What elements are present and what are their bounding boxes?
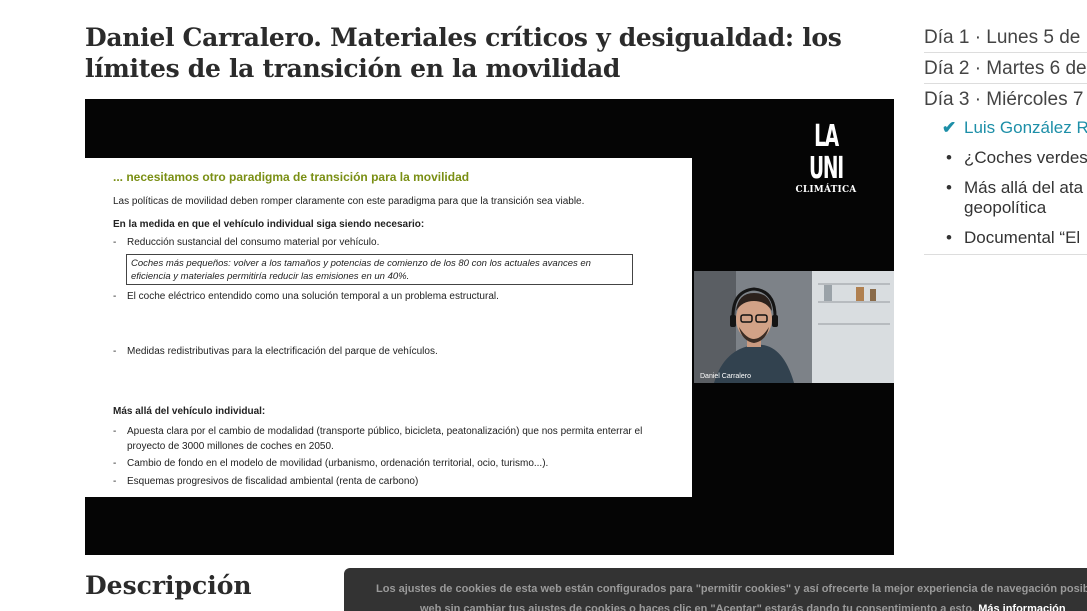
talk-label: Luis González R xyxy=(964,118,1087,137)
bullet-dash: - xyxy=(113,237,117,248)
bullet-dash: - xyxy=(113,476,117,487)
program-sidebar: Día 1 · Lunes 5 de Día 2 · Martes 6 de D… xyxy=(924,22,1087,255)
bullet-dash: - xyxy=(113,346,117,357)
talk-label-line-2: geopolítica xyxy=(964,198,1047,217)
slide-section-1: En la medida en que el vehículo individu… xyxy=(113,219,425,230)
slide-intro: Las políticas de movilidad deben romper … xyxy=(113,196,585,207)
bullet-dash: - xyxy=(113,291,117,302)
slide-bullet: - Cambio de fondo en el modelo de movili… xyxy=(113,456,673,471)
page-title: Daniel Carralero. Materiales críticos y … xyxy=(85,23,842,83)
logo-sub-text: CLIMÁTICA xyxy=(795,185,857,195)
talk-item[interactable]: • Documental “El xyxy=(942,228,1087,248)
slide-bullet: - Medidas redistributivas para la electr… xyxy=(113,344,673,359)
bullet-dash: - xyxy=(113,426,117,437)
sidebar-divider xyxy=(924,254,1087,255)
bullet-text: Cambio de fondo en el modelo de movilida… xyxy=(127,458,549,469)
day-3-item[interactable]: Día 3 · Miércoles 7 xyxy=(924,84,1087,115)
slide-quote-box: Coches más pequeños: volver a los tamaño… xyxy=(126,254,633,285)
cookie-banner: Los ajustes de cookies de esta web están… xyxy=(344,568,1087,611)
presentation-slide: ... necesitamos otro paradigma de transi… xyxy=(85,158,692,497)
day-1-item[interactable]: Día 1 · Lunes 5 de xyxy=(924,22,1087,53)
talk-label: Documental “El xyxy=(964,228,1081,247)
speaker-webcam: Daniel Carralero xyxy=(694,271,894,383)
speaker-name-label: Daniel Carralero xyxy=(700,373,751,380)
cookie-text-line-2: web sin cambiar tus ajustes de cookies o… xyxy=(420,603,976,611)
talk-label: Más allá del ata xyxy=(964,178,1084,197)
bullet-dash: - xyxy=(113,458,117,469)
la-uni-climatica-logo: LA UNI CLIMÁTICA xyxy=(793,119,859,196)
bullet-text: Reducción sustancial del consumo materia… xyxy=(127,237,380,248)
talk-item[interactable]: • ¿Coches verdes xyxy=(942,148,1087,168)
cookie-more-info-link[interactable]: Más información xyxy=(978,603,1065,611)
logo-main-text: LA UNI xyxy=(809,119,844,186)
talk-item-active[interactable]: ✔ Luis González R xyxy=(942,118,1087,138)
talk-label: ¿Coches verdes xyxy=(964,148,1087,167)
bullet-text: El coche eléctrico entendido como una so… xyxy=(127,291,499,302)
cookie-text-line-1: Los ajustes de cookies de esta web están… xyxy=(376,583,1087,595)
description-heading: Descripción xyxy=(85,571,252,600)
slide-section-2: Más allá del vehículo individual: xyxy=(113,406,266,417)
bullet-icon: • xyxy=(946,148,952,167)
video-player[interactable]: ... necesitamos otro paradigma de transi… xyxy=(85,99,894,555)
slide-bullet: - El coche eléctrico entendido como una … xyxy=(113,289,673,304)
bullet-icon: • xyxy=(946,228,952,247)
bullet-text: Apuesta clara por el cambio de modalidad… xyxy=(127,426,643,452)
day-2-item[interactable]: Día 2 · Martes 6 de xyxy=(924,53,1087,84)
checkmark-icon: ✔ xyxy=(942,118,957,137)
bullet-text: Esquemas progresivos de fiscalidad ambie… xyxy=(127,476,419,487)
slide-bullet: - Reducción sustancial del consumo mater… xyxy=(113,235,673,250)
slide-heading: ... necesitamos otro paradigma de transi… xyxy=(113,170,470,184)
slide-bullet: - Apuesta clara por el cambio de modalid… xyxy=(113,424,643,454)
bullet-icon: • xyxy=(946,178,952,197)
day-3-talk-list: ✔ Luis González R • ¿Coches verdes • Más… xyxy=(924,118,1087,248)
bullet-text: Medidas redistributivas para la electrif… xyxy=(127,346,438,357)
slide-bullet: - Esquemas progresivos de fiscalidad amb… xyxy=(113,474,673,489)
speaker-webcam-image xyxy=(694,271,894,383)
talk-item[interactable]: • Más allá del ata geopolítica xyxy=(942,178,1087,218)
